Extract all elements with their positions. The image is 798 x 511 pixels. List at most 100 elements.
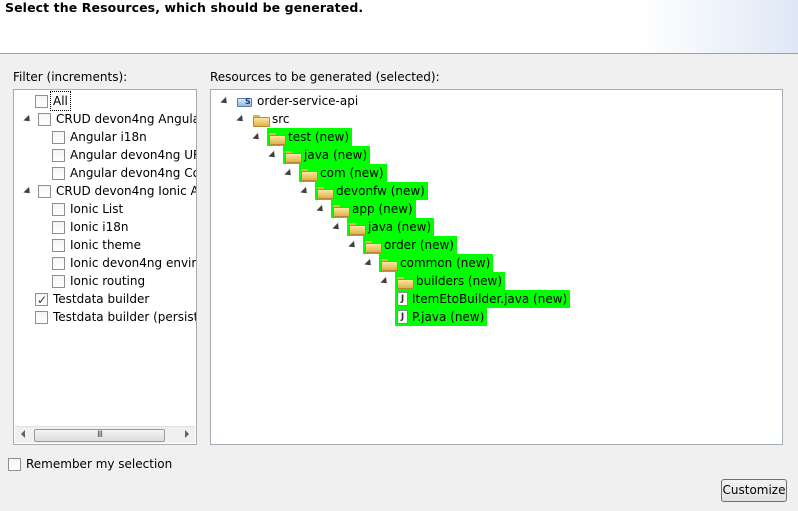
expand-twisty-icon[interactable] <box>316 204 326 214</box>
filter-item[interactable]: Ionic List <box>52 200 123 218</box>
resource-tree-item[interactable]: src <box>236 110 293 128</box>
filter-item[interactable]: Testdata builder (persistabl <box>35 308 196 326</box>
dialog-title: Select the Resources, which should be ge… <box>5 0 364 15</box>
resource-item-content[interactable]: J ItemEtoBuilder.java (new) <box>395 290 571 308</box>
resource-item-content[interactable]: src <box>251 110 293 128</box>
resource-item-content[interactable]: J P.java (new) <box>395 308 488 326</box>
resource-item-label: java (new) <box>368 220 432 234</box>
resources-label: Resources to be generated (selected): <box>210 70 440 84</box>
filter-tree[interactable]: AllCRUD devon4ng Angular A Angular i18n An… <box>13 89 197 445</box>
project-icon: S <box>237 94 253 108</box>
resource-tree-item[interactable]: com (new) <box>284 164 387 182</box>
filter-item-label: Angular i18n <box>70 130 147 144</box>
resource-tree-item[interactable]: java (new) <box>268 146 371 164</box>
filter-item[interactable]: CRUD devon4ng Angular A <box>23 110 196 128</box>
expand-twisty-icon[interactable] <box>23 114 33 124</box>
resource-item-content[interactable]: order (new) <box>363 236 457 254</box>
customize-button[interactable]: Customize <box>721 479 787 502</box>
resource-item-content[interactable]: app (new) <box>331 200 416 218</box>
dialog-header: Select the Resources, which should be ge… <box>0 0 798 54</box>
resource-tree-item[interactable]: order (new) <box>348 236 457 254</box>
checkbox-icon[interactable] <box>52 130 65 144</box>
resource-item-content[interactable]: java (new) <box>347 218 435 236</box>
resource-tree-item[interactable]: app (new) <box>316 200 416 218</box>
resource-item-label: app (new) <box>352 202 413 216</box>
resource-item-content[interactable]: test (new) <box>267 128 353 146</box>
scroll-right-arrow-icon[interactable] <box>185 430 189 438</box>
checkbox-icon[interactable] <box>35 291 48 309</box>
resource-item-content[interactable]: builders (new) <box>395 272 506 290</box>
resource-item-content[interactable]: common (new) <box>379 254 494 272</box>
expand-twisty-icon[interactable] <box>220 96 230 106</box>
checkbox-icon[interactable] <box>52 220 65 234</box>
folder-icon <box>317 186 334 199</box>
filter-item[interactable]: Ionic routing <box>52 272 145 290</box>
resource-tree-item[interactable]: builders (new) <box>380 272 506 290</box>
expand-twisty-icon[interactable] <box>23 186 33 196</box>
filter-item-label: Angular devon4ng URL <box>70 148 197 162</box>
checkbox-icon[interactable] <box>52 202 65 216</box>
resource-tree-item[interactable]: Sorder-service-api <box>220 92 361 110</box>
filter-item[interactable]: Angular devon4ng URL <box>52 146 197 164</box>
resource-item-content[interactable]: com (new) <box>299 164 387 182</box>
checkbox-icon[interactable] <box>52 274 65 288</box>
resources-tree[interactable]: Sorder-service-api src test (new) java (new… <box>210 89 783 445</box>
resource-tree-item[interactable]: J P.java (new) <box>395 308 488 326</box>
filter-item-label: CRUD devon4ng Angular A <box>56 112 196 126</box>
filter-item[interactable]: Ionic theme <box>52 236 141 254</box>
filter-label: Filter (increments): <box>13 70 128 84</box>
resource-item-label: test (new) <box>288 130 350 144</box>
filter-item-label: All <box>50 91 71 111</box>
scroll-thumb[interactable]: III <box>34 429 165 442</box>
filter-item-label: Ionic theme <box>70 238 141 252</box>
filter-item-label: Testdata builder <box>53 292 150 306</box>
expand-twisty-icon[interactable] <box>236 114 246 124</box>
resource-tree-item[interactable]: devonfw (new) <box>300 182 428 200</box>
resource-item-label: devonfw (new) <box>336 184 425 198</box>
checkbox-icon[interactable] <box>52 256 65 270</box>
expand-twisty-icon[interactable] <box>300 186 310 196</box>
folder-icon <box>349 222 366 235</box>
resource-item-label: order (new) <box>384 238 454 252</box>
resource-item-content[interactable]: java (new) <box>283 146 371 164</box>
checkbox-icon[interactable] <box>38 184 51 198</box>
resource-item-content[interactable]: Sorder-service-api <box>235 92 361 110</box>
resource-item-label: common (new) <box>400 256 491 270</box>
resource-tree-item[interactable]: java (new) <box>332 218 435 236</box>
scroll-left-arrow-icon[interactable] <box>21 430 25 438</box>
filter-item[interactable]: Angular i18n <box>52 128 147 146</box>
checkbox-icon[interactable] <box>35 94 48 108</box>
folder-icon <box>269 132 286 145</box>
checkbox-icon[interactable] <box>52 148 65 162</box>
folder-icon <box>333 204 350 217</box>
resource-item-label: com (new) <box>320 166 384 180</box>
resource-tree-item[interactable]: J ItemEtoBuilder.java (new) <box>395 290 571 308</box>
expand-twisty-icon[interactable] <box>364 258 374 268</box>
folder-icon <box>397 276 414 289</box>
checkbox-icon[interactable] <box>38 112 51 126</box>
checkbox-icon[interactable] <box>52 238 65 252</box>
resource-tree-item[interactable]: test (new) <box>252 128 353 146</box>
filter-horizontal-scrollbar[interactable]: III <box>15 426 195 443</box>
filter-item[interactable]: All <box>35 91 71 111</box>
filter-item[interactable]: CRUD devon4ng Ionic App <box>23 182 196 200</box>
checkbox-icon[interactable] <box>8 457 21 471</box>
filter-item[interactable]: Testdata builder <box>35 290 150 309</box>
java-file-icon: J <box>397 310 408 324</box>
folder-icon <box>301 168 318 181</box>
expand-twisty-icon[interactable] <box>380 276 390 286</box>
expand-twisty-icon[interactable] <box>284 168 294 178</box>
filter-item[interactable]: Angular devon4ng Com <box>52 164 196 182</box>
expand-twisty-icon[interactable] <box>268 150 278 160</box>
expand-twisty-icon[interactable] <box>348 240 358 250</box>
checkbox-icon[interactable] <box>52 166 65 180</box>
checkbox-icon[interactable] <box>35 310 48 324</box>
resource-item-content[interactable]: devonfw (new) <box>315 182 428 200</box>
expand-twisty-icon[interactable] <box>252 132 262 142</box>
remember-selection-checkbox[interactable]: Remember my selection <box>8 455 172 473</box>
expand-twisty-icon[interactable] <box>332 222 342 232</box>
folder-icon <box>285 150 302 163</box>
filter-item[interactable]: Ionic i18n <box>52 218 128 236</box>
filter-item[interactable]: Ionic devon4ng environ <box>52 254 196 272</box>
resource-tree-item[interactable]: common (new) <box>364 254 494 272</box>
